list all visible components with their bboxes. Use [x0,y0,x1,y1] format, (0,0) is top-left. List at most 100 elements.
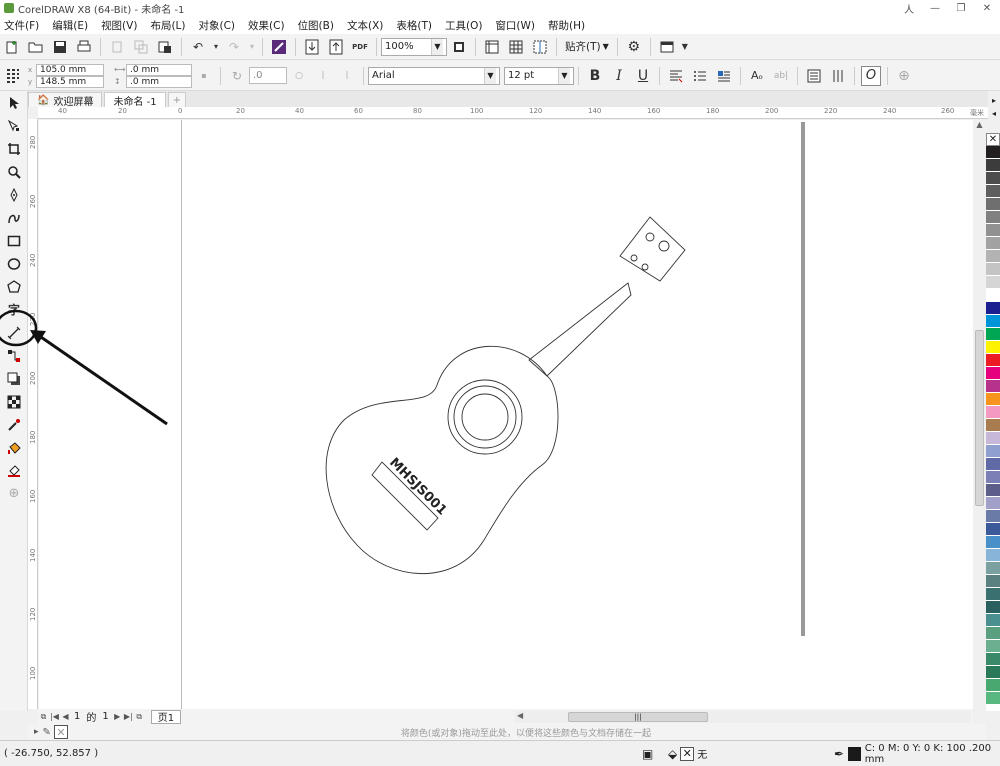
color-swatch[interactable] [986,614,1000,627]
color-swatch[interactable] [986,471,1000,484]
menu-tools[interactable]: 工具(O) [445,18,482,33]
horizontal-ruler[interactable]: 40 20 0 20 40 60 80 100 120 140 160 180 … [38,107,988,119]
color-swatch[interactable] [986,289,1000,302]
guitar-body[interactable] [325,345,559,575]
color-swatch[interactable] [986,432,1000,445]
color-swatch[interactable] [986,536,1000,549]
add-page-icon[interactable]: ⧉ [134,711,145,722]
color-swatch[interactable] [986,354,1000,367]
copy-icon[interactable] [131,37,151,57]
italic-button[interactable]: I [609,66,629,86]
chevron-left-icon[interactable]: ◀ [517,711,523,720]
tuning-peg[interactable] [630,254,638,262]
vertical-ruler[interactable]: 280 260 240 220 200 180 160 140 120 100 [28,119,38,709]
color-swatch[interactable] [986,445,1000,458]
no-color-swatch[interactable]: ✕ [53,725,68,739]
outline-status[interactable]: ✒ C: 0 M: 0 Y: 0 K: 100 .200 mm [834,743,1000,765]
color-swatch[interactable] [986,627,1000,640]
first-page-icon[interactable]: |◀ [49,711,60,722]
search-content-icon[interactable] [269,37,289,57]
menu-file[interactable]: 文件(F) [4,18,39,33]
menu-layout[interactable]: 布局(L) [150,18,185,33]
guitar-label-text[interactable]: MHSJS001 [386,455,449,518]
color-swatch[interactable] [986,250,1000,263]
vertical-scrollbar[interactable]: ▲ [973,120,986,709]
bullet-list-icon[interactable] [690,66,710,86]
eyedropper-icon[interactable]: ✎ [43,727,51,738]
color-swatch[interactable] [986,380,1000,393]
color-eyedropper-tool-icon[interactable] [0,413,28,436]
color-swatch[interactable] [986,302,1000,315]
color-swatch[interactable] [986,484,1000,497]
color-swatch[interactable] [986,198,1000,211]
color-swatch[interactable] [986,146,1000,159]
character-formatting-icon[interactable]: Aₒ [747,66,767,86]
color-swatch[interactable] [986,224,1000,237]
page-tab[interactable]: 页1 [150,709,182,724]
sound-hole-outer-ring[interactable] [447,379,523,455]
horizontal-text-icon[interactable] [804,66,824,86]
font-size-select[interactable]: 12 pt ▼ [504,66,574,85]
print-icon[interactable] [74,37,94,57]
application-launcher-icon[interactable] [657,37,677,57]
interactive-fill-tool-icon[interactable] [0,436,28,459]
y-position-input[interactable]: 148.5 mm [36,75,104,88]
ellipse-tool-icon[interactable] [0,252,28,275]
zoom-tool-icon[interactable] [0,160,28,183]
save-icon[interactable] [50,37,70,57]
last-page-icon[interactable]: ▶| [123,711,134,722]
color-swatch[interactable] [986,367,1000,380]
transparency-tool-icon[interactable] [0,390,28,413]
color-swatch[interactable] [986,523,1000,536]
no-color-swatch[interactable]: ✕ [986,133,1000,146]
color-swatch[interactable] [986,549,1000,562]
undo-dropdown-icon[interactable]: ▾ [212,37,220,57]
color-swatch[interactable] [986,328,1000,341]
vertical-scroll-thumb[interactable] [975,330,984,506]
guitar-headstock[interactable] [619,216,686,282]
color-swatch[interactable] [986,237,1000,250]
next-page-icon[interactable]: ▶ [112,711,123,722]
edit-text-icon[interactable]: ab| [771,66,791,86]
redo-dropdown-icon[interactable]: ▾ [248,37,256,57]
chevron-up-icon[interactable]: ▲ [973,120,986,129]
undo-icon[interactable]: ↶ [188,37,208,57]
menu-window[interactable]: 窗口(W) [495,18,535,33]
width-input[interactable]: .0 mm [126,63,192,76]
sound-hole-middle-ring[interactable] [453,385,517,449]
color-swatch[interactable] [986,263,1000,276]
open-folder-icon[interactable] [26,37,46,57]
tuning-peg[interactable] [641,263,649,271]
drop-shadow-tool-icon[interactable] [0,367,28,390]
color-swatch[interactable] [986,276,1000,289]
color-swatch[interactable] [986,185,1000,198]
color-swatch[interactable] [986,393,1000,406]
color-swatch[interactable] [986,601,1000,614]
freehand-tool-icon[interactable] [0,183,28,206]
font-list-select[interactable]: Arial ▼ [368,66,500,85]
full-screen-preview-icon[interactable] [449,37,469,57]
horizontal-scroll-thumb[interactable]: ||| [568,712,708,722]
color-swatch[interactable] [986,172,1000,185]
menu-effects[interactable]: 效果(C) [248,18,285,33]
drop-cap-icon[interactable] [714,66,734,86]
cut-icon[interactable] [107,37,127,57]
color-swatch[interactable] [986,159,1000,172]
rectangle-tool-icon[interactable] [0,229,28,252]
text-tool-icon[interactable]: 字 [0,298,28,321]
new-document-icon[interactable] [2,37,22,57]
menu-help[interactable]: 帮助(H) [548,18,585,33]
drawing-canvas[interactable]: MHSJS001 [39,120,973,709]
show-grid-icon[interactable] [506,37,526,57]
connector-tool-icon[interactable] [0,344,28,367]
color-swatch[interactable] [986,315,1000,328]
rotation-angle-input[interactable]: .0 [249,67,287,84]
tuning-peg[interactable] [658,240,670,252]
paste-icon[interactable] [155,37,175,57]
menu-bitmaps[interactable]: 位图(B) [298,18,334,33]
import-icon[interactable] [302,37,322,57]
menu-view[interactable]: 视图(V) [101,18,137,33]
account-icon[interactable]: 人 [896,0,922,16]
color-swatch[interactable] [986,692,1000,705]
height-input[interactable]: .0 mm [126,75,192,88]
